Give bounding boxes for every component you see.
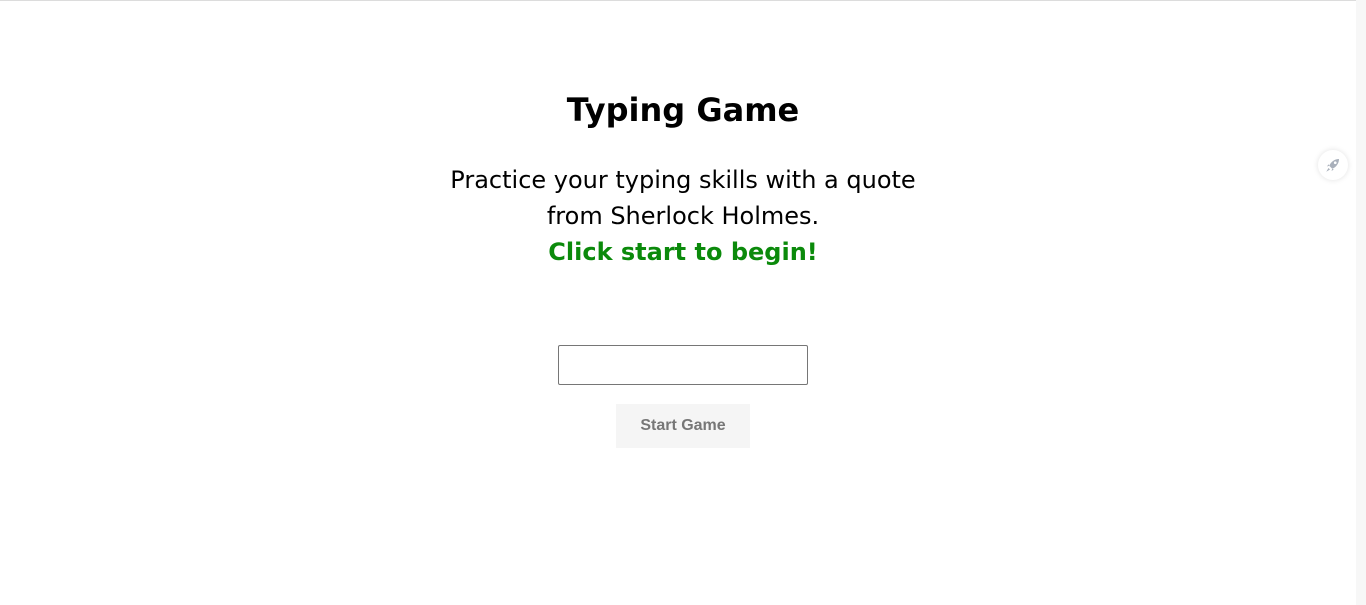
description-line-1: Practice your typing skills with a quote [450,166,916,194]
description: Practice your typing skills with a quote… [433,162,933,234]
top-divider [0,0,1366,1]
typing-game-page: Typing Game Practice your typing skills … [0,0,1366,605]
typed-value-input[interactable] [558,345,808,385]
start-game-button[interactable]: Start Game [616,404,750,448]
page-title: Typing Game [566,91,800,129]
start-instruction: Click start to begin! [548,238,818,266]
rocket-icon [1326,159,1339,172]
scrollbar-track[interactable] [1356,0,1366,605]
description-line-2: from Sherlock Holmes. [546,202,820,230]
rocket-widget-button[interactable] [1318,150,1348,180]
